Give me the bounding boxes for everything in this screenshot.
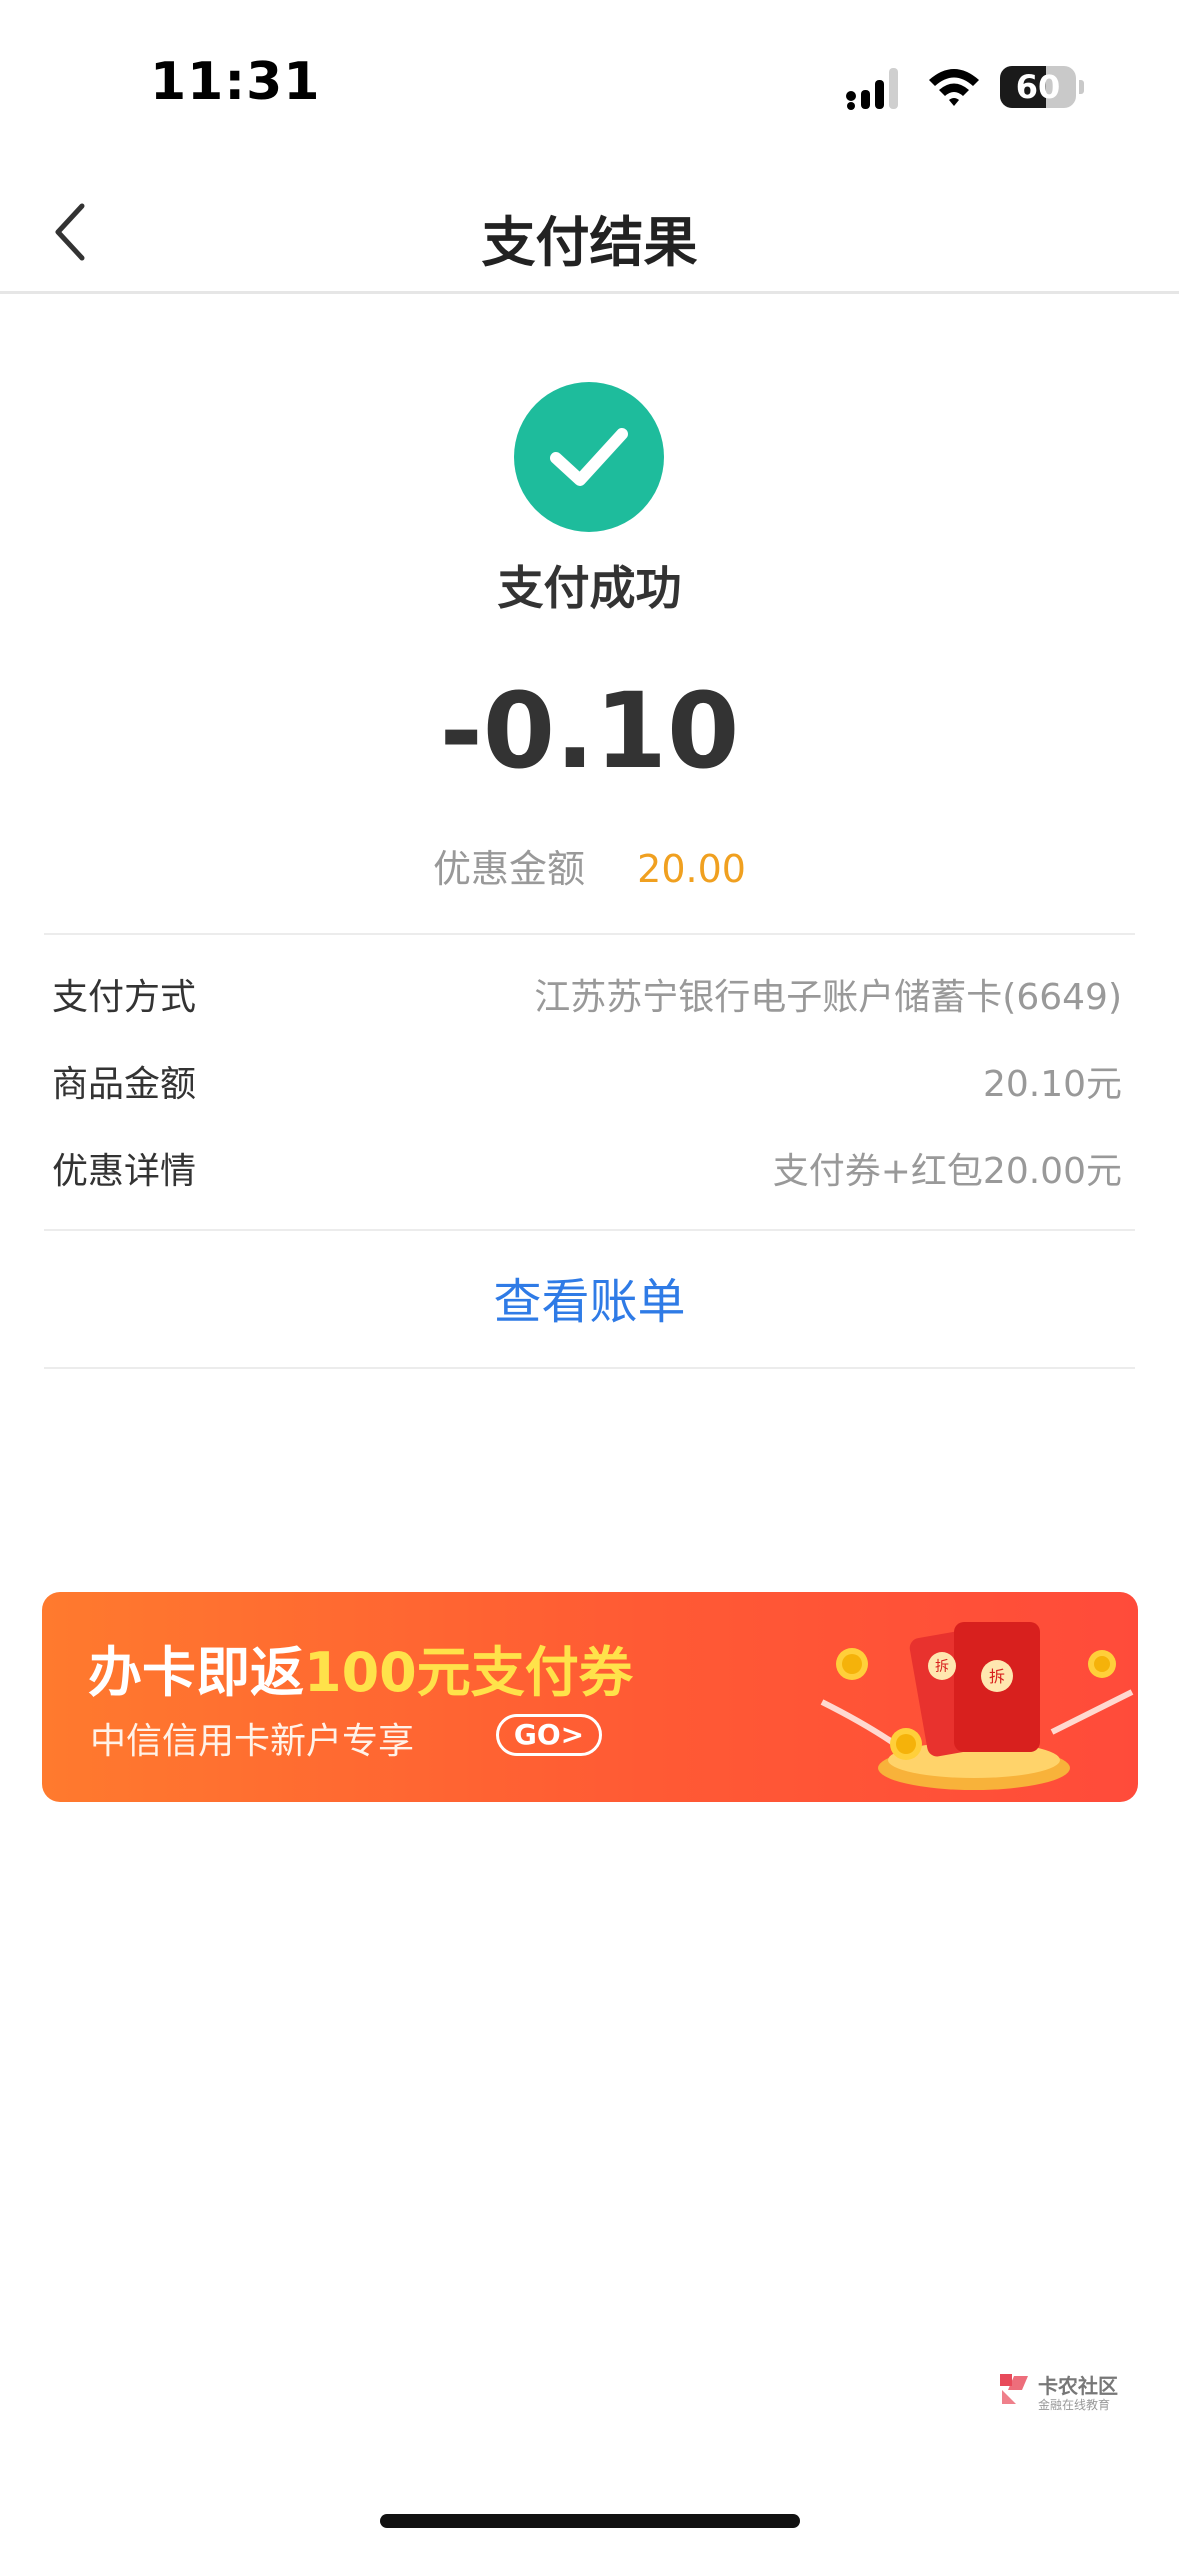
envelope-badge: 拆 [935, 1659, 949, 1675]
status-time: 11:31 [150, 52, 321, 112]
envelope-badge: 拆 [989, 1667, 1005, 1686]
detail-row-payment-method: 支付方式 江苏苏宁银行电子账户储蓄卡(6649) [52, 968, 1122, 1028]
battery-level: 60 [1015, 68, 1061, 106]
home-indicator[interactable] [380, 2514, 800, 2528]
detail-label: 优惠详情 [52, 1151, 197, 1192]
battery-cap [1079, 80, 1084, 94]
detail-label: 商品金额 [52, 1064, 197, 1105]
watermark-logo-icon [1000, 2374, 1028, 2404]
watermark-text: 卡农社区 [1038, 2374, 1118, 2398]
discount-row: 优惠金额 20.00 [0, 838, 1179, 893]
red-envelope-illustration-icon: 拆 拆 [820, 1622, 1134, 1790]
payment-result-page: 11:31 60 支付结果 支付成功 -0.10 优惠金额 20.00 支付方式… [0, 0, 1179, 2556]
success-check-icon [514, 382, 664, 532]
watermark-subtext: 金融在线教育 [1038, 2398, 1111, 2412]
view-bill-link[interactable]: 查看账单 [0, 1262, 1179, 1332]
checkmark-icon [550, 428, 628, 486]
discount-value: 20.00 [637, 847, 746, 891]
divider [44, 1367, 1135, 1369]
banner-headline-prefix: 办卡即返 [88, 1641, 304, 1704]
go-button[interactable]: GO> [496, 1714, 602, 1756]
payment-amount: -0.10 [439, 670, 740, 792]
promo-banner[interactable]: 办卡即返100元支付券 中信信用卡新户专享 GO> 拆 拆 [42, 1592, 1138, 1802]
divider [44, 1229, 1135, 1231]
divider [44, 933, 1135, 935]
watermark: 卡农社区 金融在线教育 [996, 2370, 1126, 2420]
payment-status-text: 支付成功 [497, 561, 682, 615]
detail-row-goods-amount: 商品金额 20.10元 [52, 1055, 1122, 1115]
wifi-icon [929, 69, 979, 106]
detail-label: 支付方式 [52, 977, 197, 1018]
detail-value: 20.10元 [982, 1064, 1122, 1105]
nav-bar: 支付结果 [0, 170, 1179, 294]
banner-headline: 办卡即返100元支付券 [88, 1628, 633, 1707]
detail-row-discount-details: 优惠详情 支付券+红包20.00元 [52, 1142, 1122, 1202]
detail-value: 江苏苏宁银行电子账户储蓄卡(6649) [534, 977, 1122, 1018]
status-bar: 11:31 60 [0, 0, 1179, 170]
battery-indicator: 60 [1000, 66, 1076, 108]
detail-value: 支付券+红包20.00元 [772, 1151, 1122, 1192]
page-title: 支付结果 [481, 211, 698, 274]
discount-label: 优惠金额 [433, 847, 586, 891]
banner-headline-highlight: 100元支付券 [304, 1641, 633, 1704]
cellular-signal-icon [846, 68, 898, 110]
banner-subtitle: 中信信用卡新户专享 [90, 1721, 415, 1762]
